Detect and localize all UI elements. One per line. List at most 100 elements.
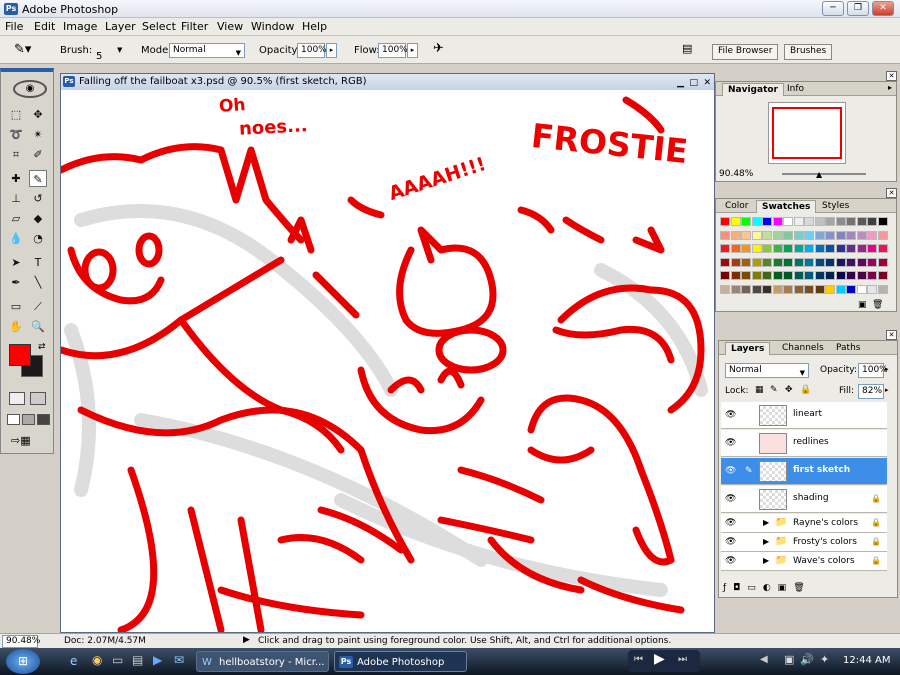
new-set-icon[interactable]: ▭ — [747, 583, 763, 593]
menu-view[interactable]: View — [217, 20, 243, 33]
color-swatch[interactable] — [730, 244, 741, 253]
brush-tool-icon[interactable]: ✎▾ — [14, 42, 31, 57]
menu-file[interactable]: File — [5, 20, 23, 33]
doc-maximize-icon[interactable]: □ — [689, 75, 698, 91]
color-swatch[interactable] — [825, 271, 835, 280]
blend-mode-select[interactable]: Normal ▼ — [725, 363, 809, 378]
group-row-wave[interactable]: 👁 ▶ 📁 Wave's colors 🔒 — [721, 552, 887, 571]
color-swatch[interactable] — [804, 244, 814, 253]
foreground-color-swatch[interactable] — [9, 344, 31, 366]
color-swatch[interactable] — [751, 217, 762, 226]
color-swatch[interactable] — [751, 271, 762, 280]
jump-to-imageready-icon[interactable]: ⇨▦ — [11, 434, 31, 447]
color-swatch[interactable] — [751, 257, 762, 267]
color-swatch[interactable] — [814, 244, 825, 253]
doc-minimize-icon[interactable]: ▁ — [677, 75, 684, 91]
adobe-eye-icon[interactable]: ◉ — [13, 80, 47, 98]
blur-tool-icon[interactable]: 💧 — [7, 230, 25, 247]
color-swatch[interactable] — [720, 271, 730, 280]
color-swatch[interactable] — [846, 244, 856, 253]
menu-window[interactable]: Window — [251, 20, 294, 33]
opacity-input[interactable]: 100% — [297, 43, 327, 58]
color-swatch[interactable] — [846, 284, 856, 294]
hand-tool-icon[interactable]: ✋ — [7, 318, 25, 335]
clock[interactable]: 12:44 AM — [843, 655, 890, 666]
move-tool-icon[interactable]: ✥ — [29, 106, 47, 123]
brush-tool-icon[interactable]: ✎ — [29, 170, 47, 187]
color-swatch[interactable] — [720, 284, 730, 294]
color-swatch[interactable] — [751, 284, 762, 294]
visibility-eye-icon[interactable]: 👁 — [725, 556, 736, 566]
group-expand-icon[interactable]: ▶ — [763, 537, 769, 546]
color-swatch[interactable] — [877, 284, 888, 294]
color-swatch[interactable] — [856, 257, 867, 267]
lock-transparency-icon[interactable]: ▦ — [755, 385, 764, 395]
play-icon[interactable]: ▶ — [654, 651, 665, 667]
brush-picker-arrow-icon[interactable]: ▼ — [117, 46, 122, 54]
color-swatch[interactable] — [720, 217, 730, 226]
color-swatch[interactable] — [783, 257, 793, 267]
color-swatch[interactable] — [856, 217, 867, 226]
color-swatch[interactable] — [835, 284, 846, 294]
tab-channels[interactable]: Channels — [777, 342, 829, 355]
color-swatch[interactable] — [783, 271, 793, 280]
color-swatch[interactable] — [804, 284, 814, 294]
color-swatch[interactable] — [804, 271, 814, 280]
layer-row-lineart[interactable]: 👁 lineart — [721, 402, 887, 429]
color-swatch[interactable] — [825, 230, 835, 240]
color-swatch[interactable] — [783, 284, 793, 294]
color-swatch[interactable] — [867, 284, 877, 294]
color-swatch[interactable] — [825, 244, 835, 253]
path-select-icon[interactable]: ➤ — [7, 254, 25, 271]
color-swatch[interactable] — [867, 230, 877, 240]
lock-position-icon[interactable]: ✥ — [785, 385, 793, 395]
standard-mode-icon[interactable] — [9, 392, 25, 405]
color-swatch[interactable] — [846, 230, 856, 240]
menu-edit[interactable]: Edit — [34, 20, 55, 33]
color-swatch[interactable] — [814, 217, 825, 226]
screen-mode-standard-icon[interactable] — [7, 414, 20, 425]
task-photoshop[interactable]: Ps Adobe Photoshop — [334, 651, 467, 672]
color-swatch[interactable] — [730, 230, 741, 240]
color-swatch[interactable] — [783, 217, 793, 226]
task-word[interactable]: W hellboatstory - Micr... — [196, 651, 329, 672]
layer-opacity-input[interactable]: 100% — [858, 363, 888, 378]
color-swatch[interactable] — [762, 257, 772, 267]
menu-layer[interactable]: Layer — [105, 20, 136, 33]
visibility-eye-icon[interactable]: 👁 — [725, 518, 736, 528]
line-tool-icon[interactable]: ╲ — [29, 274, 47, 291]
color-swatch[interactable] — [877, 230, 888, 240]
switch-windows-icon[interactable]: ▤ — [132, 653, 143, 667]
color-swatch[interactable] — [835, 244, 846, 253]
lock-image-icon[interactable]: ✎ — [770, 385, 778, 395]
ie-icon[interactable]: e — [70, 654, 77, 668]
layers-close-icon[interactable]: ✕ — [886, 330, 897, 340]
clone-stamp-icon[interactable]: ⊥ — [7, 190, 25, 207]
palette-well-icon[interactable]: ▤ — [682, 42, 692, 55]
tab-layers[interactable]: Layers — [725, 342, 771, 355]
color-swatch[interactable] — [720, 230, 730, 240]
color-swatch[interactable] — [856, 244, 867, 253]
color-swatch[interactable] — [741, 230, 751, 240]
color-swatch[interactable] — [804, 217, 814, 226]
color-swatch[interactable] — [762, 217, 772, 226]
color-swatch[interactable] — [835, 217, 846, 226]
navigator-view-box[interactable] — [772, 107, 842, 159]
color-swatch[interactable] — [783, 230, 793, 240]
color-swatch[interactable] — [793, 257, 804, 267]
messenger-icon[interactable]: ✦ — [820, 653, 829, 666]
layer-opacity-arrow-icon[interactable]: ▸ — [885, 365, 889, 373]
color-swatch[interactable] — [856, 284, 867, 294]
visibility-eye-icon[interactable]: 👁 — [725, 410, 736, 420]
adjustment-layer-icon[interactable]: ◐ — [763, 583, 778, 593]
color-swatch[interactable] — [720, 244, 730, 253]
color-swatch[interactable] — [772, 230, 783, 240]
color-swatch[interactable] — [825, 217, 835, 226]
layer-style-icon[interactable]: ƒ — [723, 583, 733, 593]
color-swatch[interactable] — [867, 244, 877, 253]
color-swatch[interactable] — [877, 217, 888, 226]
tab-paths[interactable]: Paths — [831, 342, 865, 355]
color-swatch[interactable] — [867, 271, 877, 280]
color-swatch[interactable] — [804, 230, 814, 240]
screen-mode-full-menu-icon[interactable] — [22, 414, 35, 425]
